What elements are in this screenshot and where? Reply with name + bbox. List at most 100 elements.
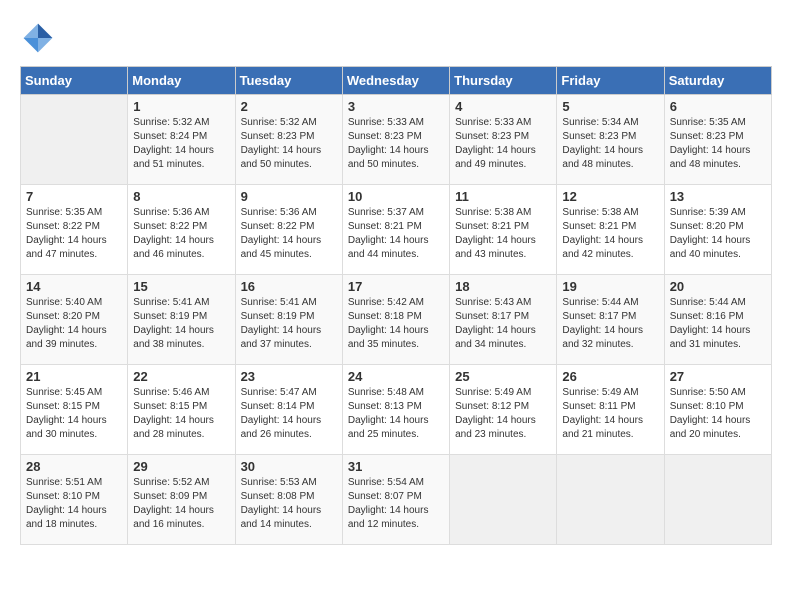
calendar-cell [557, 455, 664, 545]
day-number: 28 [26, 459, 122, 474]
calendar-week-2: 7 Sunrise: 5:35 AM Sunset: 8:22 PM Daylig… [21, 185, 772, 275]
day-number: 9 [241, 189, 337, 204]
day-header-tuesday: Tuesday [235, 67, 342, 95]
day-info: Sunrise: 5:49 AM Sunset: 8:12 PM Dayligh… [455, 386, 551, 442]
calendar-cell: 22 Sunrise: 5:46 AM Sunset: 8:15 PM Dayli… [128, 365, 235, 455]
day-info: Sunrise: 5:39 AM Sunset: 8:20 PM Dayligh… [670, 206, 766, 262]
day-number: 26 [562, 369, 658, 384]
calendar-header-row: SundayMondayTuesdayWednesdayThursdayFrid… [21, 67, 772, 95]
calendar-cell: 7 Sunrise: 5:35 AM Sunset: 8:22 PM Daylig… [21, 185, 128, 275]
day-info: Sunrise: 5:38 AM Sunset: 8:21 PM Dayligh… [562, 206, 658, 262]
day-info: Sunrise: 5:45 AM Sunset: 8:15 PM Dayligh… [26, 386, 122, 442]
day-info: Sunrise: 5:44 AM Sunset: 8:16 PM Dayligh… [670, 296, 766, 352]
day-number: 22 [133, 369, 229, 384]
day-info: Sunrise: 5:42 AM Sunset: 8:18 PM Dayligh… [348, 296, 444, 352]
day-info: Sunrise: 5:54 AM Sunset: 8:07 PM Dayligh… [348, 476, 444, 532]
day-info: Sunrise: 5:48 AM Sunset: 8:13 PM Dayligh… [348, 386, 444, 442]
calendar-week-3: 14 Sunrise: 5:40 AM Sunset: 8:20 PM Dayli… [21, 275, 772, 365]
day-number: 24 [348, 369, 444, 384]
day-number: 20 [670, 279, 766, 294]
calendar-cell: 9 Sunrise: 5:36 AM Sunset: 8:22 PM Daylig… [235, 185, 342, 275]
day-info: Sunrise: 5:51 AM Sunset: 8:10 PM Dayligh… [26, 476, 122, 532]
day-info: Sunrise: 5:38 AM Sunset: 8:21 PM Dayligh… [455, 206, 551, 262]
calendar-cell: 26 Sunrise: 5:49 AM Sunset: 8:11 PM Dayli… [557, 365, 664, 455]
day-number: 2 [241, 99, 337, 114]
page-header [20, 20, 772, 56]
day-number: 1 [133, 99, 229, 114]
day-info: Sunrise: 5:46 AM Sunset: 8:15 PM Dayligh… [133, 386, 229, 442]
day-number: 18 [455, 279, 551, 294]
day-info: Sunrise: 5:32 AM Sunset: 8:24 PM Dayligh… [133, 116, 229, 172]
calendar-cell: 23 Sunrise: 5:47 AM Sunset: 8:14 PM Dayli… [235, 365, 342, 455]
calendar-cell: 17 Sunrise: 5:42 AM Sunset: 8:18 PM Dayli… [342, 275, 449, 365]
day-header-sunday: Sunday [21, 67, 128, 95]
day-info: Sunrise: 5:41 AM Sunset: 8:19 PM Dayligh… [133, 296, 229, 352]
day-number: 15 [133, 279, 229, 294]
day-info: Sunrise: 5:52 AM Sunset: 8:09 PM Dayligh… [133, 476, 229, 532]
calendar-body: 1 Sunrise: 5:32 AM Sunset: 8:24 PM Daylig… [21, 95, 772, 545]
day-number: 3 [348, 99, 444, 114]
day-number: 16 [241, 279, 337, 294]
calendar-week-4: 21 Sunrise: 5:45 AM Sunset: 8:15 PM Dayli… [21, 365, 772, 455]
calendar-cell: 21 Sunrise: 5:45 AM Sunset: 8:15 PM Dayli… [21, 365, 128, 455]
calendar-cell: 1 Sunrise: 5:32 AM Sunset: 8:24 PM Daylig… [128, 95, 235, 185]
logo-icon [20, 20, 56, 56]
calendar-cell: 8 Sunrise: 5:36 AM Sunset: 8:22 PM Daylig… [128, 185, 235, 275]
calendar-cell: 31 Sunrise: 5:54 AM Sunset: 8:07 PM Dayli… [342, 455, 449, 545]
calendar-cell: 18 Sunrise: 5:43 AM Sunset: 8:17 PM Dayli… [450, 275, 557, 365]
day-info: Sunrise: 5:53 AM Sunset: 8:08 PM Dayligh… [241, 476, 337, 532]
day-number: 19 [562, 279, 658, 294]
day-info: Sunrise: 5:36 AM Sunset: 8:22 PM Dayligh… [241, 206, 337, 262]
calendar-cell: 10 Sunrise: 5:37 AM Sunset: 8:21 PM Dayli… [342, 185, 449, 275]
day-number: 31 [348, 459, 444, 474]
day-number: 10 [348, 189, 444, 204]
calendar-cell: 6Sunrise: 5:35 AM Sunset: 8:23 PM Daylig… [664, 95, 771, 185]
day-number: 7 [26, 189, 122, 204]
day-info: Sunrise: 5:33 AM Sunset: 8:23 PM Dayligh… [348, 116, 444, 172]
day-number: 8 [133, 189, 229, 204]
calendar-cell: 25Sunrise: 5:49 AM Sunset: 8:12 PM Dayli… [450, 365, 557, 455]
day-number: 17 [348, 279, 444, 294]
day-info: Sunrise: 5:35 AM Sunset: 8:23 PM Dayligh… [670, 116, 766, 172]
day-info: Sunrise: 5:41 AM Sunset: 8:19 PM Dayligh… [241, 296, 337, 352]
calendar-cell: 16 Sunrise: 5:41 AM Sunset: 8:19 PM Dayli… [235, 275, 342, 365]
calendar-cell: 14 Sunrise: 5:40 AM Sunset: 8:20 PM Dayli… [21, 275, 128, 365]
day-header-friday: Friday [557, 67, 664, 95]
day-info: Sunrise: 5:37 AM Sunset: 8:21 PM Dayligh… [348, 206, 444, 262]
calendar-cell: 3 Sunrise: 5:33 AM Sunset: 8:23 PM Daylig… [342, 95, 449, 185]
calendar-week-1: 1 Sunrise: 5:32 AM Sunset: 8:24 PM Daylig… [21, 95, 772, 185]
calendar-cell: 19Sunrise: 5:44 AM Sunset: 8:17 PM Dayli… [557, 275, 664, 365]
calendar-cell [450, 455, 557, 545]
calendar-cell: 5Sunrise: 5:34 AM Sunset: 8:23 PM Daylig… [557, 95, 664, 185]
calendar-cell: 15 Sunrise: 5:41 AM Sunset: 8:19 PM Dayli… [128, 275, 235, 365]
day-info: Sunrise: 5:43 AM Sunset: 8:17 PM Dayligh… [455, 296, 551, 352]
day-header-thursday: Thursday [450, 67, 557, 95]
calendar-cell: 28 Sunrise: 5:51 AM Sunset: 8:10 PM Dayli… [21, 455, 128, 545]
calendar-cell: 20 Sunrise: 5:44 AM Sunset: 8:16 PM Dayli… [664, 275, 771, 365]
day-info: Sunrise: 5:35 AM Sunset: 8:22 PM Dayligh… [26, 206, 122, 262]
calendar-table: SundayMondayTuesdayWednesdayThursdayFrid… [20, 66, 772, 545]
day-number: 14 [26, 279, 122, 294]
day-number: 13 [670, 189, 766, 204]
day-number: 5 [562, 99, 658, 114]
day-info: Sunrise: 5:49 AM Sunset: 8:11 PM Dayligh… [562, 386, 658, 442]
day-info: Sunrise: 5:40 AM Sunset: 8:20 PM Dayligh… [26, 296, 122, 352]
calendar-cell: 11Sunrise: 5:38 AM Sunset: 8:21 PM Dayli… [450, 185, 557, 275]
logo [20, 20, 62, 56]
day-info: Sunrise: 5:47 AM Sunset: 8:14 PM Dayligh… [241, 386, 337, 442]
day-info: Sunrise: 5:50 AM Sunset: 8:10 PM Dayligh… [670, 386, 766, 442]
calendar-cell: 30Sunrise: 5:53 AM Sunset: 8:08 PM Dayli… [235, 455, 342, 545]
day-number: 23 [241, 369, 337, 384]
calendar-week-5: 28 Sunrise: 5:51 AM Sunset: 8:10 PM Dayli… [21, 455, 772, 545]
day-header-monday: Monday [128, 67, 235, 95]
day-number: 21 [26, 369, 122, 384]
day-number: 4 [455, 99, 551, 114]
calendar-cell: 24 Sunrise: 5:48 AM Sunset: 8:13 PM Dayli… [342, 365, 449, 455]
day-number: 29 [133, 459, 229, 474]
day-info: Sunrise: 5:36 AM Sunset: 8:22 PM Dayligh… [133, 206, 229, 262]
day-header-wednesday: Wednesday [342, 67, 449, 95]
calendar-cell: 12Sunrise: 5:38 AM Sunset: 8:21 PM Dayli… [557, 185, 664, 275]
day-number: 27 [670, 369, 766, 384]
day-info: Sunrise: 5:32 AM Sunset: 8:23 PM Dayligh… [241, 116, 337, 172]
calendar-cell: 27 Sunrise: 5:50 AM Sunset: 8:10 PM Dayli… [664, 365, 771, 455]
